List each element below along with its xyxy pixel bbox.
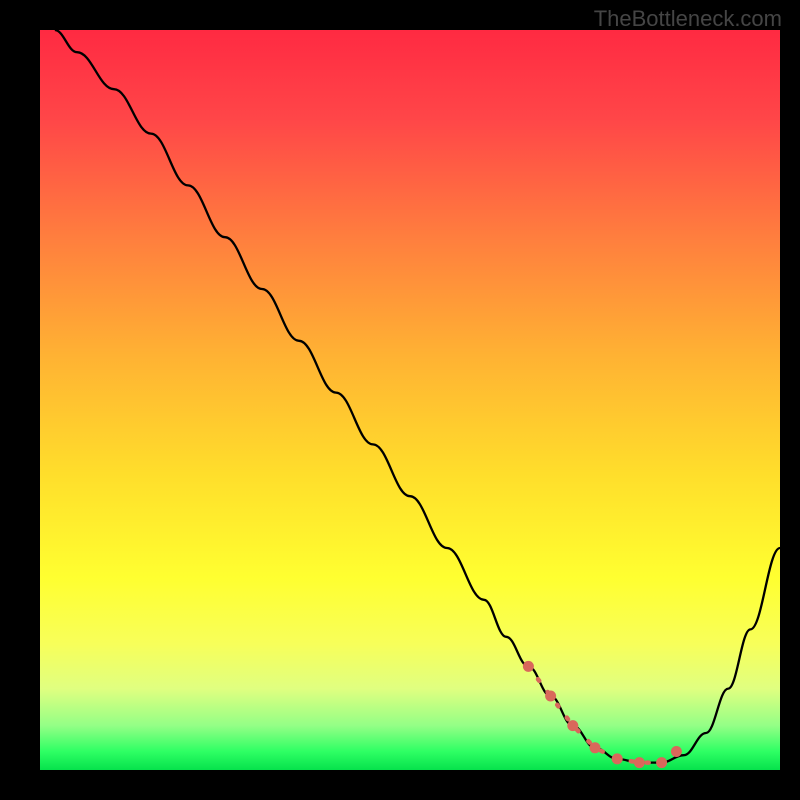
- plot-area: [40, 30, 780, 770]
- chart-svg: [40, 30, 780, 770]
- chart-container: TheBottleneck.com: [0, 0, 800, 800]
- gradient-background: [40, 30, 780, 770]
- watermark-text: TheBottleneck.com: [594, 6, 782, 32]
